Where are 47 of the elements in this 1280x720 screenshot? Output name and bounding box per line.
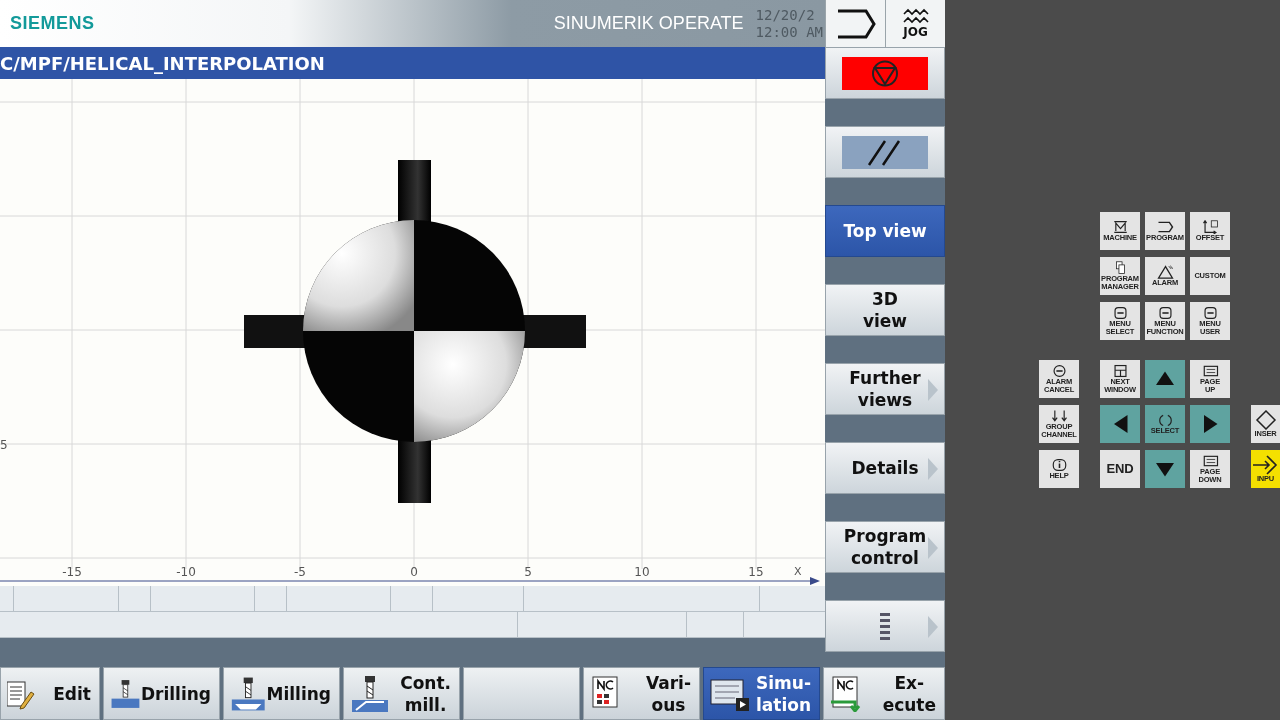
more-softkeys-icon bbox=[880, 612, 890, 640]
double-slash-icon bbox=[842, 135, 928, 169]
tick-label: -10 bbox=[176, 565, 196, 579]
softkey[interactable]: 3D view bbox=[825, 284, 945, 336]
softkey[interactable]: Ex- ecute bbox=[823, 667, 945, 720]
softkey[interactable]: Vari- ous bbox=[583, 667, 700, 720]
softkey[interactable]: Simu- lation bbox=[703, 667, 820, 720]
tick-label: -5 bbox=[294, 565, 306, 579]
axis-label: X bbox=[794, 565, 802, 578]
tick-label: 5 bbox=[524, 565, 532, 579]
input-arrow-icon bbox=[1252, 455, 1279, 475]
tick-label: 15 bbox=[748, 565, 764, 579]
softkey[interactable]: Drilling bbox=[103, 667, 220, 720]
emergency-stop-icon bbox=[842, 56, 928, 90]
tick-label: 0 bbox=[410, 565, 418, 579]
keypad-key[interactable] bbox=[1100, 405, 1140, 443]
keypad-key[interactable]: END bbox=[1100, 450, 1140, 488]
keypad-key[interactable] bbox=[1190, 405, 1230, 443]
softkey[interactable]: Program control bbox=[825, 521, 945, 573]
program-area-key[interactable] bbox=[825, 0, 885, 47]
stop-softkey[interactable] bbox=[825, 47, 945, 99]
keypad-key[interactable] bbox=[1145, 360, 1185, 398]
softkey[interactable] bbox=[825, 126, 945, 178]
softkey[interactable]: Milling bbox=[223, 667, 340, 720]
softkey[interactable] bbox=[825, 600, 945, 652]
tick-label: -15 bbox=[62, 565, 82, 579]
tick-label: 10 bbox=[634, 565, 650, 579]
program-path: C/MPF/HELICAL_INTERPOLATION bbox=[0, 47, 825, 79]
softkey[interactable]: Edit bbox=[0, 667, 100, 720]
product-title: SINUMERIK OPERATE bbox=[553, 13, 744, 34]
tick-label: 5 bbox=[0, 438, 8, 452]
offset-axes-icon bbox=[1200, 220, 1220, 234]
jog-mode-key[interactable]: JOG bbox=[885, 0, 945, 47]
softkey[interactable]: Further views bbox=[825, 363, 945, 415]
time-text: 12:00 AM bbox=[755, 23, 823, 41]
milling-tool-icon bbox=[350, 673, 390, 714]
insert-diamond-icon bbox=[1254, 410, 1277, 430]
alarm-triangle-icon bbox=[1155, 265, 1175, 279]
channel-arrows-icon bbox=[1049, 409, 1069, 423]
keypad-key[interactable] bbox=[1145, 450, 1185, 488]
nc-execute-icon bbox=[830, 675, 862, 712]
brand-logo: SIEMENS bbox=[10, 13, 95, 34]
date-text: 12/20/2 bbox=[755, 6, 815, 24]
softkey[interactable]: Cont. mill. bbox=[343, 667, 460, 720]
softkey[interactable]: Details bbox=[825, 442, 945, 494]
softkey[interactable]: Top view bbox=[825, 205, 945, 257]
wave-icon bbox=[901, 8, 930, 26]
